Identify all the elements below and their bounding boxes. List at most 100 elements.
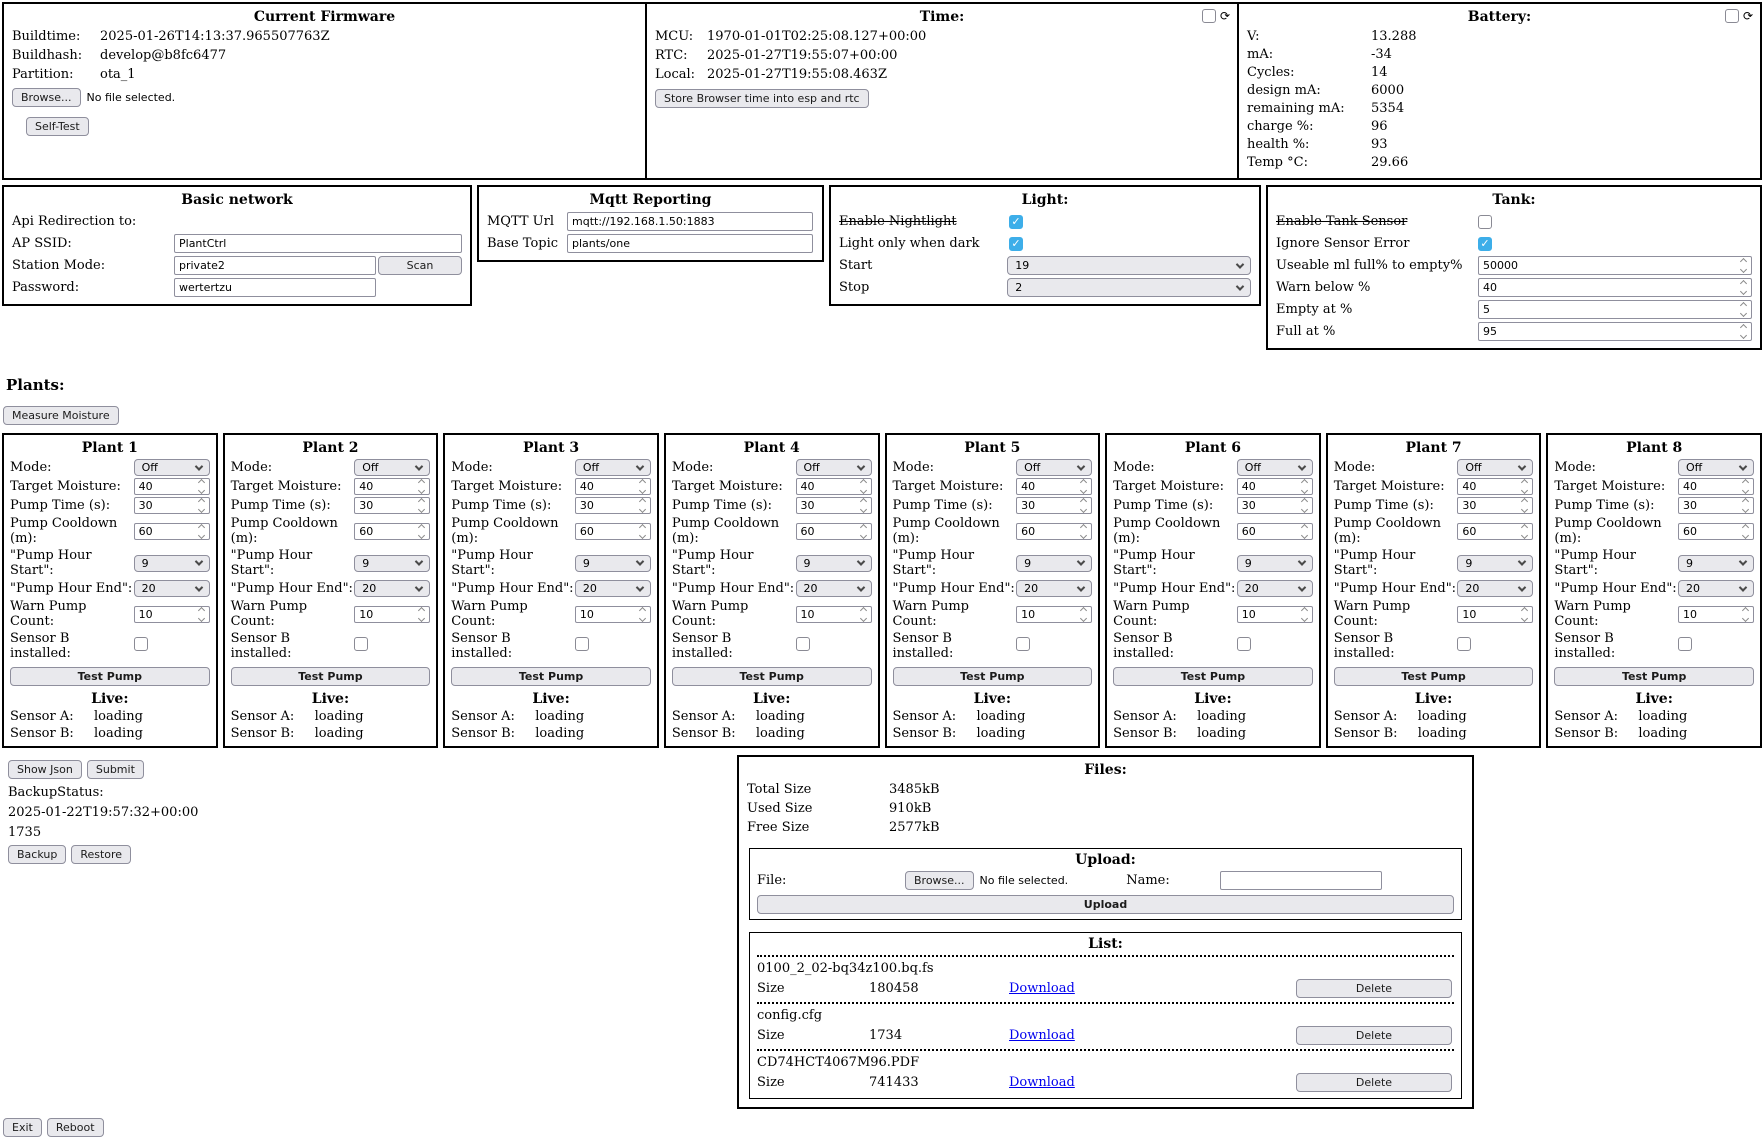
plant-sensor-b-checkbox[interactable] [1457,637,1471,651]
spinner-icon[interactable] [414,608,429,621]
spinner-icon[interactable] [1517,480,1532,493]
spinner-icon[interactable] [635,499,650,512]
download-link[interactable]: Download [1009,1075,1075,1090]
plant-pump-hour-end-select[interactable]: 20 [1237,580,1313,597]
plant-warn-pump-count-input[interactable] [354,606,430,623]
download-link[interactable]: Download [1009,981,1075,996]
spinner-icon[interactable] [1076,525,1091,538]
plant-pump-cooldown-field[interactable] [135,525,194,538]
spinner-icon[interactable] [1736,281,1751,294]
plant-pump-hour-start-select[interactable]: 9 [1016,555,1092,572]
plant-sensor-b-checkbox[interactable] [1016,637,1030,651]
spinner-icon[interactable] [856,499,871,512]
plant-warn-pump-count-field[interactable] [1458,608,1517,621]
spinner-icon[interactable] [1738,525,1753,538]
plant-target-moisture-field[interactable] [1238,480,1297,493]
plant-pump-cooldown-input[interactable] [1016,523,1092,540]
plant-warn-pump-count-field[interactable] [135,608,194,621]
plant-target-moisture-field[interactable] [1017,480,1076,493]
useable-ml-field[interactable] [1479,259,1736,272]
test-pump-button[interactable]: Test Pump [1113,667,1313,686]
plant-target-moisture-input[interactable] [1457,478,1533,495]
plant-pump-time-field[interactable] [1017,499,1076,512]
plant-pump-cooldown-input[interactable] [796,523,872,540]
plant-pump-cooldown-input[interactable] [1457,523,1533,540]
plant-pump-hour-start-select[interactable]: 9 [354,555,430,572]
firmware-browse-button[interactable]: Browse... [12,88,81,107]
warn-below-field[interactable] [1479,281,1736,294]
spinner-icon[interactable] [1736,259,1751,272]
plant-mode-select[interactable]: Off [134,459,210,476]
spinner-icon[interactable] [1076,608,1091,621]
plant-pump-cooldown-field[interactable] [576,525,635,538]
full-at-input[interactable] [1478,322,1752,341]
submit-button[interactable]: Submit [87,760,144,779]
spinner-icon[interactable] [194,608,209,621]
spinner-icon[interactable] [1076,499,1091,512]
spinner-icon[interactable] [1738,499,1753,512]
plant-target-moisture-input[interactable] [1016,478,1092,495]
delete-button[interactable]: Delete [1296,1073,1452,1092]
spinner-icon[interactable] [1297,499,1312,512]
plant-pump-cooldown-field[interactable] [1017,525,1076,538]
base-topic-input[interactable] [567,234,813,253]
measure-moisture-button[interactable]: Measure Moisture [3,406,119,425]
spinner-icon[interactable] [1736,303,1751,316]
plant-sensor-b-checkbox[interactable] [1678,637,1692,651]
mqtt-url-input[interactable] [567,212,813,231]
plant-sensor-b-checkbox[interactable] [354,637,368,651]
spinner-icon[interactable] [635,525,650,538]
spinner-icon[interactable] [194,525,209,538]
plant-pump-hour-start-select[interactable]: 9 [575,555,651,572]
plant-mode-select[interactable]: Off [354,459,430,476]
plant-pump-cooldown-input[interactable] [1678,523,1754,540]
plant-pump-time-field[interactable] [1238,499,1297,512]
plant-pump-cooldown-field[interactable] [797,525,856,538]
delete-button[interactable]: Delete [1296,979,1452,998]
test-pump-button[interactable]: Test Pump [451,667,651,686]
plant-warn-pump-count-field[interactable] [576,608,635,621]
plant-pump-hour-start-select[interactable]: 9 [1678,555,1754,572]
plant-pump-hour-start-select[interactable]: 9 [796,555,872,572]
spinner-icon[interactable] [1517,499,1532,512]
plant-pump-time-field[interactable] [135,499,194,512]
plant-pump-hour-end-select[interactable]: 20 [1016,580,1092,597]
plant-pump-cooldown-field[interactable] [1238,525,1297,538]
spinner-icon[interactable] [635,480,650,493]
spinner-icon[interactable] [414,499,429,512]
plant-pump-time-input[interactable] [575,497,651,514]
spinner-icon[interactable] [1738,480,1753,493]
plant-warn-pump-count-input[interactable] [1237,606,1313,623]
spinner-icon[interactable] [414,480,429,493]
plant-target-moisture-input[interactable] [134,478,210,495]
self-test-button[interactable]: Self-Test [26,117,89,136]
plant-mode-select[interactable]: Off [575,459,651,476]
spinner-icon[interactable] [1738,608,1753,621]
spinner-icon[interactable] [194,480,209,493]
plant-pump-time-input[interactable] [1457,497,1533,514]
refresh-icon[interactable]: ⟳ [1220,10,1230,22]
enable-tank-sensor-checkbox[interactable] [1478,215,1492,229]
scan-button[interactable]: Scan [378,256,462,275]
plant-warn-pump-count-field[interactable] [355,608,414,621]
spinner-icon[interactable] [856,480,871,493]
plant-mode-select[interactable]: Off [1678,459,1754,476]
plant-pump-cooldown-field[interactable] [355,525,414,538]
upload-button[interactable]: Upload [757,895,1454,914]
reboot-button[interactable]: Reboot [47,1118,104,1137]
refresh-icon[interactable]: ⟳ [1743,10,1753,22]
plant-pump-time-field[interactable] [576,499,635,512]
plant-target-moisture-input[interactable] [575,478,651,495]
plant-warn-pump-count-field[interactable] [1238,608,1297,621]
spinner-icon[interactable] [1297,608,1312,621]
plant-pump-time-input[interactable] [796,497,872,514]
plant-pump-hour-end-select[interactable]: 20 [796,580,872,597]
plant-warn-pump-count-input[interactable] [1016,606,1092,623]
plant-warn-pump-count-field[interactable] [797,608,856,621]
plant-warn-pump-count-field[interactable] [1017,608,1076,621]
light-only-dark-checkbox[interactable] [1009,237,1023,251]
light-stop-select[interactable]: 2 [1007,278,1251,297]
plant-target-moisture-field[interactable] [1679,480,1738,493]
plant-pump-cooldown-input[interactable] [575,523,651,540]
plant-warn-pump-count-input[interactable] [1457,606,1533,623]
